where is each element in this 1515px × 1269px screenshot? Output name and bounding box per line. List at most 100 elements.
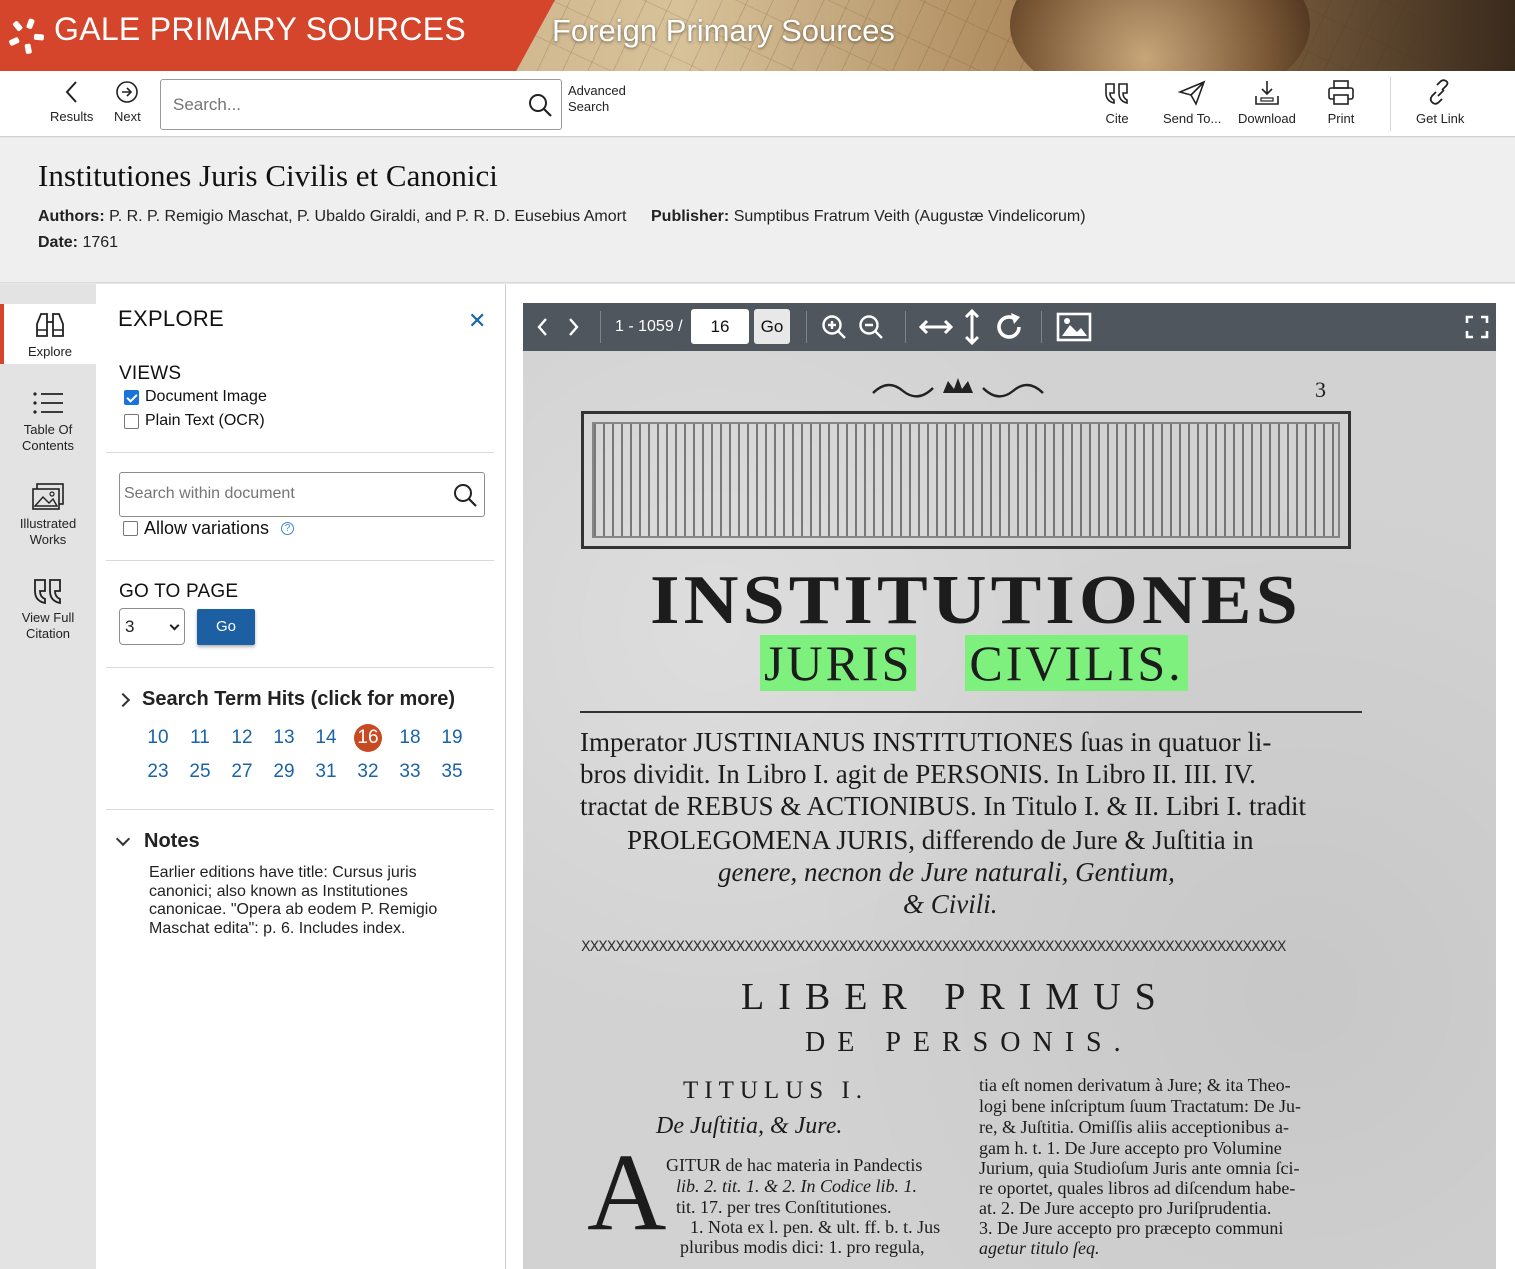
- page-go-button[interactable]: Go: [754, 309, 790, 344]
- printed-right-column-line: gam h. t. 1. De Jure accepto pro Volumin…: [979, 1138, 1282, 1158]
- rail-table-of-contents[interactable]: Table Of Contents: [0, 388, 96, 454]
- authors-label: Authors:: [38, 208, 105, 225]
- printed-right-column-line: Jurium, quia Studioſum Juris ante omnia …: [979, 1158, 1300, 1178]
- results-button[interactable]: Results: [50, 79, 93, 124]
- toolbar-separator: [600, 311, 601, 343]
- hit-page-link[interactable]: 13: [268, 724, 300, 752]
- page-number-input[interactable]: 16: [691, 309, 749, 344]
- list-icon: [33, 392, 63, 414]
- hit-page-link[interactable]: 29: [268, 758, 300, 786]
- document-header: Institutiones Juris Civilis et Canonici …: [0, 138, 1515, 283]
- page-number-print: 3: [1315, 377, 1326, 402]
- authors-line: Authors: P. R. P. Remigio Maschat, P. Ub…: [38, 208, 626, 226]
- close-icon[interactable]: ✕: [468, 308, 486, 334]
- banner-globe-image: [1010, 0, 1310, 71]
- send-to-label: Send To...: [1163, 111, 1222, 126]
- date-value: 1761: [82, 234, 119, 251]
- page-scan-image[interactable]: 3 INSTITUTIONES JURIS CIVILIS. Imperator…: [523, 351, 1496, 1269]
- rail-view-full-citation[interactable]: View Full Citation: [0, 576, 96, 642]
- collection-name[interactable]: Foreign Primary Sources: [552, 13, 895, 49]
- divider: [106, 809, 494, 810]
- view-plain-text-option[interactable]: Plain Text (OCR): [124, 412, 265, 430]
- printer-icon: [1328, 80, 1354, 105]
- get-link-button[interactable]: Get Link: [1416, 79, 1464, 126]
- rail-explore[interactable]: Explore: [0, 304, 96, 364]
- publisher-line: Publisher: Sumptibus Fratrum Veith (Augu…: [651, 208, 1086, 226]
- viewer-toolbar: 1 - 1059 / 16 Go: [523, 303, 1496, 351]
- search-input[interactable]: [173, 92, 513, 118]
- chevron-down-icon: [169, 620, 180, 631]
- brand-name[interactable]: GALE PRIMARY SOURCES: [54, 11, 466, 48]
- rail-toc-line1: Table Of: [23, 422, 73, 437]
- explore-panel: EXPLORE ✕ VIEWS Document Image Plain Tex…: [96, 284, 506, 1269]
- hit-page-link[interactable]: 11: [184, 724, 216, 752]
- fullscreen-icon[interactable]: [1465, 303, 1489, 351]
- binoculars-icon: [36, 313, 64, 337]
- rotate-icon[interactable]: [992, 303, 1026, 351]
- hit-page-link[interactable]: 14: [310, 724, 342, 752]
- chevron-down-icon: [115, 831, 131, 846]
- tool-rail: Explore Table Of Contents Illustrated Wo…: [0, 284, 96, 1269]
- printed-right-column-line: at. 2. De Jure accepto pro Juriſprudenti…: [979, 1198, 1272, 1218]
- search-within-box: [119, 472, 485, 517]
- search-icon[interactable]: [452, 482, 478, 508]
- quote-icon: [1105, 83, 1128, 105]
- printed-ornament-row: XXXXXXXXXXXXXXXXXXXXXXXXXXXXXXXXXXXXXXXX…: [581, 939, 1286, 953]
- hit-page-link[interactable]: 23: [142, 758, 174, 786]
- fit-height-icon[interactable]: [960, 303, 984, 351]
- search-highlight: JURIS: [760, 635, 917, 691]
- allow-variations-checkbox[interactable]: [123, 521, 138, 536]
- zoom-out-icon[interactable]: [857, 303, 885, 351]
- hit-page-link[interactable]: 35: [436, 758, 468, 786]
- hit-page-current[interactable]: 16: [354, 724, 382, 752]
- image-gallery-icon: [32, 483, 64, 510]
- hit-page-link[interactable]: 10: [142, 724, 174, 752]
- search-icon[interactable]: [527, 92, 553, 118]
- search-within-input[interactable]: [124, 485, 444, 503]
- go-to-page-label: GO TO PAGE: [119, 581, 239, 602]
- printed-title: INSTITUTIONES: [650, 561, 1302, 639]
- go-to-page-button[interactable]: Go: [197, 609, 255, 645]
- notes-toggle[interactable]: Notes: [115, 830, 200, 853]
- search-term-hits-label: Search Term Hits (click for more): [142, 688, 456, 710]
- printed-titulus-subject: De Juſtitia, & Jure.: [656, 1113, 843, 1139]
- zoom-in-icon[interactable]: [820, 303, 848, 351]
- document-title: Institutiones Juris Civilis et Canonici: [38, 158, 498, 193]
- hit-page-link[interactable]: 32: [352, 758, 384, 786]
- rail-illustrated-works[interactable]: Illustrated Works: [0, 482, 96, 548]
- hit-page-link[interactable]: 18: [394, 724, 426, 752]
- help-icon[interactable]: ?: [281, 522, 295, 535]
- printed-left-column-line: 1. Nota ex l. pen. & ult. ff. b. t. Jus: [690, 1217, 941, 1237]
- next-button[interactable]: Next: [114, 79, 141, 124]
- search-term-hits-toggle[interactable]: Search Term Hits (click for more): [115, 688, 456, 711]
- fit-width-icon[interactable]: [918, 303, 954, 351]
- print-button[interactable]: Print: [1326, 79, 1356, 126]
- send-to-button[interactable]: Send To...: [1163, 79, 1221, 126]
- toolbar-separator: [806, 311, 807, 343]
- page-select[interactable]: 3: [119, 608, 185, 645]
- allow-variations-label: Allow variations: [144, 518, 270, 538]
- hit-page-link[interactable]: 25: [184, 758, 216, 786]
- view-document-image-option[interactable]: Document Image: [124, 388, 267, 406]
- plain-text-label: Plain Text (OCR): [145, 412, 265, 429]
- notes-label: Notes: [144, 830, 200, 852]
- hit-page-link[interactable]: 19: [436, 724, 468, 752]
- document-image-checkbox[interactable]: [124, 389, 139, 405]
- plain-text-checkbox[interactable]: [124, 413, 139, 429]
- ornamental-border: [581, 411, 1351, 549]
- publisher-value: Sumptibus Fratrum Veith (Augustæ Vindeli…: [733, 208, 1086, 225]
- cite-button[interactable]: Cite: [1102, 79, 1132, 126]
- image-adjust-icon[interactable]: [1056, 303, 1092, 351]
- previous-page-icon[interactable]: [533, 303, 553, 351]
- hit-page-link[interactable]: 33: [394, 758, 426, 786]
- printed-right-column-line: logi bene inſcriptum ſuum Tractatum: De …: [979, 1096, 1301, 1116]
- hit-page-link[interactable]: 12: [226, 724, 258, 752]
- allow-variations-option[interactable]: Allow variations ?: [123, 518, 295, 539]
- advanced-search-link[interactable]: Advanced Search: [568, 83, 626, 115]
- download-button[interactable]: Download: [1238, 79, 1296, 126]
- hit-page-link[interactable]: 27: [226, 758, 258, 786]
- printed-titulus: TITULUS I.: [683, 1077, 868, 1104]
- gale-logo-icon[interactable]: [6, 16, 46, 56]
- next-page-icon[interactable]: [563, 303, 583, 351]
- hit-page-link[interactable]: 31: [310, 758, 342, 786]
